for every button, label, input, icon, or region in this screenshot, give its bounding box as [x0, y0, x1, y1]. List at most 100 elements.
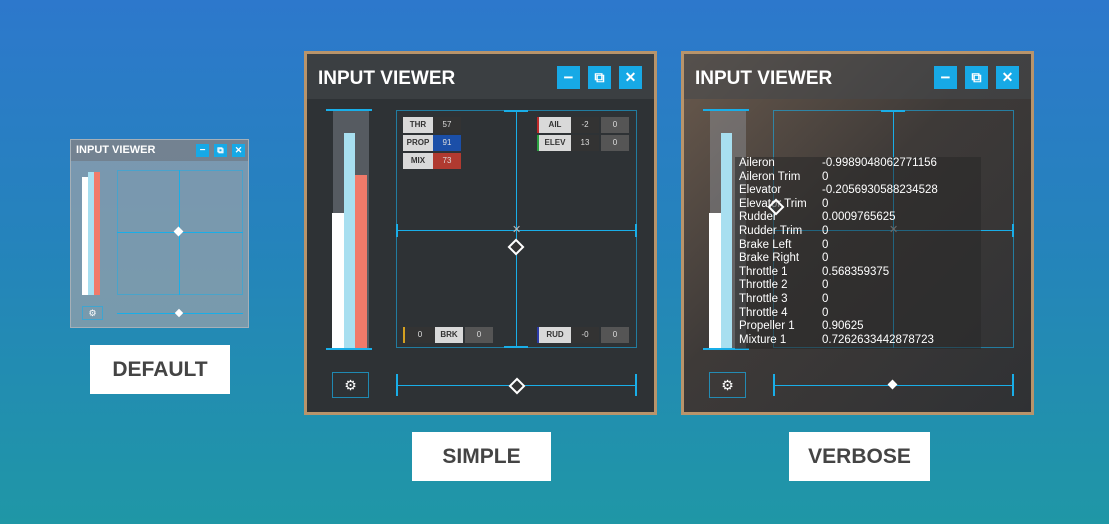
title-bar: INPUT VIEWER − ⧉ ✕	[307, 54, 654, 99]
verbose-row: Throttle 3 0	[735, 293, 981, 307]
propeller-bar	[344, 133, 355, 348]
ail-trim: 0	[601, 117, 629, 133]
title-bar: INPUT VIEWER − ⧉ ✕	[71, 140, 248, 161]
verbose-row-name: Throttle 4	[739, 306, 788, 319]
minimize-button[interactable]: −	[934, 66, 957, 89]
verbose-table: Aileron -0.9989048062771156 Aileron Trim 0 E…	[735, 157, 981, 349]
gear-icon: ⚙	[721, 377, 734, 393]
stick-center-x-icon: ✕	[512, 224, 522, 236]
prop-value: 91	[433, 135, 461, 151]
minimize-button[interactable]: −	[196, 144, 209, 157]
settings-button[interactable]: ⚙	[332, 372, 369, 398]
settings-button[interactable]: ⚙	[709, 372, 746, 398]
verbose-row-value: -0.9989048062771156	[822, 157, 937, 169]
verbose-row-value: 0	[822, 279, 829, 292]
verbose-row-value: 0	[822, 252, 829, 265]
verbose-row-value: 0.0009765625	[822, 211, 896, 224]
verbose-row: Brake Right 0	[735, 252, 981, 266]
verbose-row-name: Rudder	[739, 211, 777, 224]
verbose-row-value: 0	[822, 306, 829, 319]
mix-label: MIX	[403, 153, 433, 169]
throttle-bar	[709, 213, 721, 348]
verbose-row-value: 0.7262633442878723	[822, 333, 934, 346]
thr-value: 57	[433, 117, 461, 133]
rudder-cap-left	[773, 374, 775, 396]
caption-default: DEFAULT	[90, 345, 230, 394]
rudder-cap-right	[635, 374, 637, 396]
verbose-row-name: Throttle 1	[739, 265, 788, 278]
bars-bottom-line	[326, 348, 372, 350]
stick-v-cap-top	[504, 110, 528, 112]
window-title: INPUT VIEWER	[76, 144, 156, 156]
stick-h-cap-left	[396, 224, 398, 237]
verbose-row: Mixture 1 0.7262633442878723	[735, 334, 981, 348]
gear-icon: ⚙	[88, 308, 97, 318]
minimize-button[interactable]: −	[557, 66, 580, 89]
input-viewer-simple: INPUT VIEWER − ⧉ ✕ ✕ THR 57 PROP 91 MIX …	[304, 51, 657, 415]
rud-trim: 0	[601, 327, 629, 343]
popout-button[interactable]: ⧉	[965, 66, 988, 89]
verbose-row-name: Elevator	[739, 184, 782, 197]
ail-value: -2	[571, 117, 599, 133]
close-button[interactable]: ✕	[232, 144, 245, 157]
settings-button[interactable]: ⚙	[82, 306, 103, 320]
input-viewer-verbose: INPUT VIEWER − ⧉ ✕ ✕ Aileron -0.998904806…	[681, 51, 1034, 415]
rudder-marker-icon	[887, 379, 898, 390]
rud-label: RUD	[537, 327, 571, 343]
verbose-row-name: Throttle 2	[739, 279, 788, 292]
rudder-cap-right	[1012, 374, 1014, 396]
verbose-row-value: 0.90625	[822, 320, 864, 333]
stick-v-cap-bottom	[504, 346, 528, 348]
brk-left-value: 0	[403, 327, 435, 343]
rud-value: -0	[571, 327, 599, 343]
verbose-row: Brake Left 0	[735, 239, 981, 253]
verbose-row-value: 0.568359375	[822, 265, 890, 278]
ail-label: AIL	[537, 117, 571, 133]
stick-h-cap-right	[1012, 224, 1014, 237]
verbose-row-value: 0	[822, 170, 829, 183]
verbose-row: Rudder 0.0009765625	[735, 211, 981, 225]
window-title: INPUT VIEWER	[318, 68, 456, 89]
verbose-row-value: 0	[822, 225, 829, 237]
rudder-cap-left	[396, 374, 398, 396]
verbose-row: Rudder Trim 0	[735, 225, 981, 239]
popout-button[interactable]: ⧉	[214, 144, 227, 157]
brk-label: BRK	[435, 327, 463, 343]
verbose-row-name: Aileron	[739, 157, 775, 169]
throttle-bar	[332, 213, 344, 348]
mixture-bar	[94, 172, 100, 295]
verbose-row-name: Aileron Trim	[739, 170, 801, 183]
verbose-row-name: Propeller 1	[739, 320, 795, 333]
mix-value: 73	[433, 153, 461, 169]
close-button[interactable]: ✕	[996, 66, 1019, 89]
close-button[interactable]: ✕	[619, 66, 642, 89]
verbose-row: Aileron -0.9989048062771156	[735, 157, 981, 171]
brk-right-value: 0	[465, 327, 493, 343]
verbose-row-name: Brake Left	[739, 238, 792, 251]
rudder-marker-icon	[508, 377, 526, 395]
elev-value: 13	[571, 135, 599, 151]
popout-button[interactable]: ⧉	[588, 66, 611, 89]
prop-label: PROP	[403, 135, 433, 151]
verbose-row-name: Mixture 1	[739, 333, 787, 346]
verbose-row-name: Throttle 3	[739, 293, 788, 305]
verbose-row-value: 0	[822, 197, 829, 210]
elev-trim: 0	[601, 135, 629, 151]
verbose-row-value: 0	[822, 238, 829, 251]
stick-h-cap-right	[635, 224, 637, 237]
input-viewer-default: INPUT VIEWER − ⧉ ✕ ⚙	[70, 139, 249, 328]
caption-verbose: VERBOSE	[789, 432, 930, 481]
verbose-row: Throttle 2 0	[735, 279, 981, 293]
verbose-row-name: Rudder Trim	[739, 225, 803, 237]
window-title: INPUT VIEWER	[695, 68, 833, 89]
propeller-bar	[721, 133, 732, 348]
verbose-row-value: -0.2056930588234528	[822, 184, 938, 197]
elev-label: ELEV	[537, 135, 571, 151]
title-bar: INPUT VIEWER − ⧉ ✕	[684, 54, 1031, 99]
verbose-row: Elevator -0.2056930588234528	[735, 184, 981, 198]
verbose-row-name: Brake Right	[739, 252, 800, 265]
caption-simple: SIMPLE	[412, 432, 551, 481]
verbose-row-value: 0	[822, 293, 829, 305]
gear-icon: ⚙	[344, 377, 357, 393]
mixture-bar	[355, 175, 367, 348]
